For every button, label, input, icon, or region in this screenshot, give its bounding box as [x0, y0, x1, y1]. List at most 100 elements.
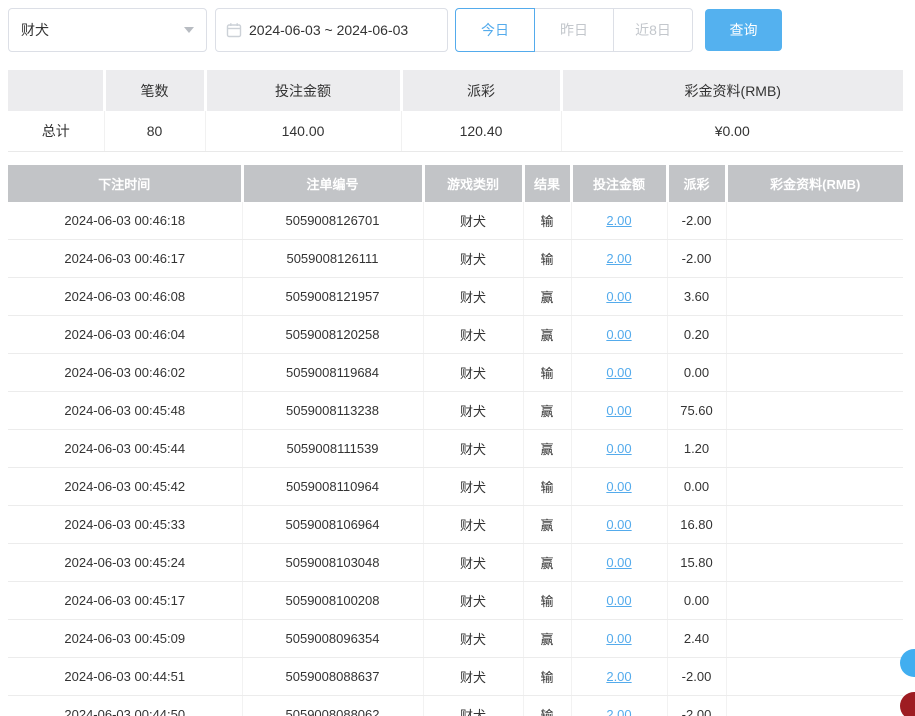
game-type-cell: 财犬	[423, 543, 524, 582]
summary-total-count: 80	[104, 111, 206, 152]
order-id-cell: 5059008088637	[242, 657, 424, 696]
chevron-down-icon	[184, 27, 194, 33]
bet-amount-link[interactable]: 0.00	[606, 479, 631, 494]
order-id-cell: 5059008111539	[242, 429, 424, 468]
order-id-cell: 5059008110964	[242, 467, 424, 506]
bet-amount-link[interactable]: 0.00	[606, 593, 631, 608]
result-cell: 输	[523, 695, 572, 716]
summary-header-row: 笔数 投注金额 派彩 彩金资料(RMB)	[8, 70, 903, 111]
payout-cell: 1.20	[667, 429, 727, 468]
game-type-cell: 财犬	[423, 467, 524, 506]
bet-amount-link[interactable]: 2.00	[606, 251, 631, 266]
bet-amount-link[interactable]: 2.00	[606, 669, 631, 684]
header-order-id: 注单编号	[242, 164, 425, 202]
bet-time-cell: 2024-06-03 00:46:02	[8, 353, 243, 392]
bonus-cell	[726, 695, 903, 716]
bet-amount-link[interactable]: 2.00	[606, 213, 631, 228]
header-payout: 派彩	[667, 164, 728, 202]
summary-table: 笔数 投注金额 派彩 彩金资料(RMB) 总计 80 140.00 120.40…	[8, 70, 903, 152]
bet-amount-cell: 0.00	[571, 277, 668, 316]
game-type-cell: 财犬	[423, 505, 524, 544]
summary-total-row: 总计 80 140.00 120.40 ¥0.00	[8, 111, 903, 152]
bet-amount-link[interactable]: 2.00	[606, 707, 631, 716]
bet-time-cell: 2024-06-03 00:45:48	[8, 391, 243, 430]
bet-time-cell: 2024-06-03 00:45:09	[8, 619, 243, 658]
payout-cell: 75.60	[667, 391, 727, 430]
summary-header-empty	[8, 70, 106, 111]
summary-header-payout: 派彩	[401, 70, 563, 111]
game-select[interactable]: 财犬	[8, 8, 207, 52]
bet-amount-link[interactable]: 0.00	[606, 365, 631, 380]
yesterday-button[interactable]: 昨日	[534, 8, 614, 52]
bonus-cell	[726, 657, 903, 696]
bet-time-cell: 2024-06-03 00:44:50	[8, 695, 243, 716]
result-cell: 赢	[523, 391, 572, 430]
order-id-cell: 5059008100208	[242, 581, 424, 620]
bet-amount-link[interactable]: 0.00	[606, 555, 631, 570]
bet-amount-link[interactable]: 0.00	[606, 631, 631, 646]
game-type-cell: 财犬	[423, 581, 524, 620]
bet-amount-link[interactable]: 0.00	[606, 441, 631, 456]
bet-time-cell: 2024-06-03 00:45:24	[8, 543, 243, 582]
bet-amount-cell: 0.00	[571, 581, 668, 620]
order-id-cell: 5059008121957	[242, 277, 424, 316]
game-type-cell: 财犬	[423, 657, 524, 696]
bet-amount-link[interactable]: 0.00	[606, 517, 631, 532]
order-id-cell: 5059008088062	[242, 695, 424, 716]
result-cell: 输	[523, 353, 572, 392]
order-id-cell: 5059008113238	[242, 391, 424, 430]
bet-amount-cell: 2.00	[571, 695, 668, 716]
payout-cell: -2.00	[667, 201, 727, 240]
result-cell: 赢	[523, 619, 572, 658]
table-row: 2024-06-03 00:46:04 5059008120258 财犬 赢 0…	[8, 315, 903, 354]
payout-cell: -2.00	[667, 657, 727, 696]
bet-amount-cell: 0.00	[571, 505, 668, 544]
order-id-cell: 5059008119684	[242, 353, 424, 392]
table-row: 2024-06-03 00:44:50 5059008088062 财犬 输 2…	[8, 695, 903, 716]
bonus-cell	[726, 467, 903, 506]
bet-amount-cell: 0.00	[571, 315, 668, 354]
summary-total-bet-amount: 140.00	[205, 111, 402, 152]
order-id-cell: 5059008126111	[242, 239, 424, 278]
summary-header-count: 笔数	[104, 70, 207, 111]
result-cell: 输	[523, 657, 572, 696]
result-cell: 赢	[523, 429, 572, 468]
bet-amount-cell: 0.00	[571, 467, 668, 506]
header-bet-time: 下注时间	[8, 164, 244, 202]
payout-cell: 0.20	[667, 315, 727, 354]
summary-header-bonus: 彩金资料(RMB)	[561, 70, 903, 111]
payout-cell: 2.40	[667, 619, 727, 658]
payout-cell: 15.80	[667, 543, 727, 582]
bet-amount-link[interactable]: 0.00	[606, 403, 631, 418]
quick-date-buttons: 今日 昨日 近8日	[455, 8, 693, 52]
order-id-cell: 5059008103048	[242, 543, 424, 582]
bonus-cell	[726, 239, 903, 278]
query-button[interactable]: 查询	[705, 9, 782, 51]
table-row: 2024-06-03 00:45:17 5059008100208 财犬 输 0…	[8, 581, 903, 620]
header-bet-amount: 投注金额	[571, 164, 669, 202]
header-result: 结果	[523, 164, 573, 202]
bet-amount-cell: 0.00	[571, 619, 668, 658]
header-game-type: 游戏类别	[423, 164, 525, 202]
date-range-picker[interactable]: 2024-06-03 ~ 2024-06-03	[215, 8, 448, 52]
bet-amount-cell: 0.00	[571, 391, 668, 430]
bet-time-cell: 2024-06-03 00:46:18	[8, 201, 243, 240]
bet-amount-link[interactable]: 0.00	[606, 289, 631, 304]
today-button[interactable]: 今日	[455, 8, 535, 52]
last-8-days-button[interactable]: 近8日	[613, 8, 693, 52]
summary-total-bonus: ¥0.00	[561, 111, 903, 152]
payout-cell: -2.00	[667, 239, 727, 278]
table-row: 2024-06-03 00:45:33 5059008106964 财犬 赢 0…	[8, 505, 903, 544]
order-id-cell: 5059008120258	[242, 315, 424, 354]
bet-time-cell: 2024-06-03 00:46:17	[8, 239, 243, 278]
bet-amount-cell: 2.00	[571, 657, 668, 696]
bonus-cell	[726, 391, 903, 430]
table-row: 2024-06-03 00:45:42 5059008110964 财犬 输 0…	[8, 467, 903, 506]
game-type-cell: 财犬	[423, 201, 524, 240]
bonus-cell	[726, 619, 903, 658]
bet-amount-link[interactable]: 0.00	[606, 327, 631, 342]
game-type-cell: 财犬	[423, 391, 524, 430]
game-type-cell: 财犬	[423, 353, 524, 392]
payout-cell: -2.00	[667, 695, 727, 716]
summary-total-payout: 120.40	[401, 111, 562, 152]
